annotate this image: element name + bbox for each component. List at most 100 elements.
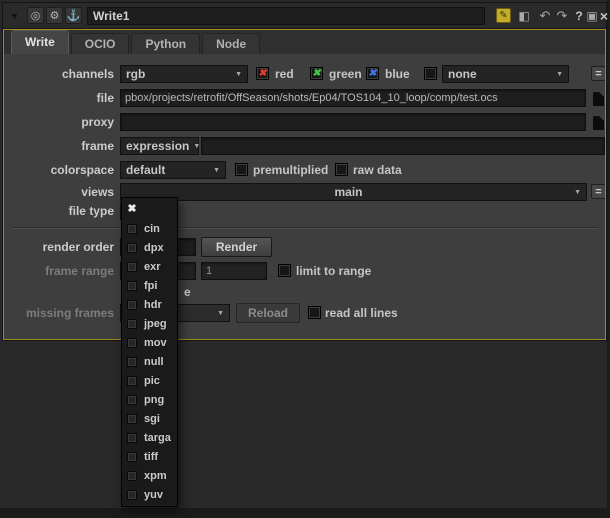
- menu-checkbox: [127, 451, 137, 462]
- panel-menu-icon[interactable]: ▼: [10, 11, 19, 21]
- menu-item-hdr[interactable]: hdr: [122, 295, 177, 314]
- menu-item-png[interactable]: png: [122, 390, 177, 409]
- colorspace-label: colorspace: [50, 163, 114, 177]
- menu-item-label: jpeg: [144, 317, 167, 330]
- mask-dropdown[interactable]: none ▼: [442, 65, 569, 83]
- gear-button[interactable]: ⚙: [46, 7, 63, 24]
- views-value: main: [334, 185, 363, 199]
- menu-checkbox: [127, 242, 137, 253]
- menu-checkbox: [127, 337, 137, 348]
- file-row: file: [4, 89, 605, 107]
- mask-value: none: [448, 67, 477, 81]
- center-node-icon: ◎: [30, 9, 41, 22]
- chevron-down-icon: ▼: [193, 142, 201, 150]
- menu-item-pic[interactable]: pic: [122, 371, 177, 390]
- gear-icon: ⚙: [49, 9, 60, 22]
- channels-label: channels: [61, 67, 114, 81]
- raw-data-checkbox[interactable]: [335, 163, 348, 176]
- menu-item-label: fpi: [144, 279, 158, 292]
- channels-row: channels rgb ▼ ✖ red ✖ green ✖ blue none…: [4, 65, 606, 83]
- file-type-row: file type ▼: [4, 202, 605, 220]
- premultiplied-label: premultiplied: [253, 163, 329, 177]
- views-label: views: [81, 185, 114, 199]
- menu-item-label: yuv: [144, 488, 163, 501]
- menu-item-tiff[interactable]: tiff: [122, 447, 177, 466]
- read-all-lines-label: read all lines: [325, 306, 398, 320]
- frame-mode-dropdown[interactable]: expression ▼: [120, 137, 201, 155]
- premultiplied-checkbox[interactable]: [235, 163, 248, 176]
- undo-icon[interactable]: ↶: [537, 8, 553, 24]
- menu-item-fpi[interactable]: fpi: [122, 276, 177, 295]
- colorspace-value: default: [126, 163, 166, 177]
- blue-channel-checkbox[interactable]: ✖: [366, 67, 379, 80]
- node-name-input[interactable]: [87, 7, 485, 25]
- read-all-lines-checkbox[interactable]: [308, 306, 321, 319]
- menu-checkbox: [127, 432, 137, 443]
- menu-item-label: hdr: [144, 298, 162, 311]
- write-tab-content: channels rgb ▼ ✖ red ✖ green ✖ blue none…: [4, 54, 606, 339]
- menu-item-null[interactable]: null: [122, 352, 177, 371]
- file-browser-icon: [592, 115, 604, 130]
- menu-checkbox: [127, 223, 137, 234]
- frame-range-last-input[interactable]: [201, 262, 267, 280]
- channels-equals-button[interactable]: =: [591, 66, 606, 81]
- selected-x-icon: ✖: [127, 203, 137, 215]
- menu-item-blank[interactable]: ✖: [122, 200, 177, 219]
- alpha-channel-checkbox[interactable]: [424, 67, 437, 80]
- menu-checkbox: [127, 356, 137, 367]
- render-order-label: render order: [42, 240, 114, 254]
- separator: [11, 227, 598, 229]
- tab-ocio[interactable]: OCIO: [70, 33, 130, 54]
- colorspace-dropdown[interactable]: default ▼: [120, 161, 226, 179]
- redo-icon[interactable]: ↷: [554, 8, 570, 24]
- menu-checkbox: [127, 280, 137, 291]
- menu-item-label: xpm: [144, 469, 167, 482]
- nuke-properties-window: ▼ ◎ ⚙ ⚓ ✎ ◧ ↶ ↷ ? ▣ × Write OCIO Python …: [0, 0, 610, 518]
- missing-frames-row: missing frames ▼ Reload read all lines: [4, 303, 605, 323]
- menu-checkbox: [127, 489, 137, 500]
- views-row: views main ▼ =: [4, 183, 606, 201]
- menu-item-label: tiff: [144, 450, 159, 463]
- close-icon[interactable]: ×: [596, 8, 610, 24]
- proxy-path-input[interactable]: [120, 113, 586, 131]
- tab-write[interactable]: Write: [11, 30, 69, 54]
- menu-item-label: targa: [144, 431, 171, 444]
- anchor-button[interactable]: ⚓: [65, 7, 82, 24]
- green-channel-checkbox[interactable]: ✖: [310, 67, 323, 80]
- frame-row: frame expression ▼: [4, 137, 605, 155]
- center-node-button[interactable]: ◎: [27, 7, 44, 24]
- menu-item-dpx[interactable]: dpx: [122, 238, 177, 257]
- menu-item-exr[interactable]: exr: [122, 257, 177, 276]
- file-path-input[interactable]: [120, 89, 586, 107]
- menu-item-yuv[interactable]: yuv: [122, 485, 177, 504]
- menu-item-jpeg[interactable]: jpeg: [122, 314, 177, 333]
- views-equals-button[interactable]: =: [591, 184, 606, 199]
- obscured-label-fragment: e: [184, 285, 191, 299]
- render-button[interactable]: Render: [201, 237, 272, 257]
- chevron-down-icon: ▼: [217, 309, 224, 317]
- limit-to-range-checkbox[interactable]: [278, 264, 291, 277]
- channels-dropdown[interactable]: rgb ▼: [120, 65, 248, 83]
- tab-node[interactable]: Node: [202, 33, 261, 54]
- views-dropdown[interactable]: main ▼: [120, 183, 587, 201]
- anchor-icon: ⚓: [66, 9, 81, 22]
- proxy-row: proxy: [4, 113, 605, 131]
- menu-item-label: mov: [144, 336, 167, 349]
- frame-expression-input[interactable]: [201, 137, 605, 155]
- proxy-label: proxy: [81, 115, 114, 129]
- reload-button[interactable]: Reload: [236, 303, 300, 323]
- menu-item-mov[interactable]: mov: [122, 333, 177, 352]
- menu-item-targa[interactable]: targa: [122, 428, 177, 447]
- tab-python[interactable]: Python: [131, 33, 201, 54]
- edit-icon[interactable]: ✎: [496, 8, 511, 23]
- write1-properties-panel: ▼ ◎ ⚙ ⚓ ✎ ◧ ↶ ↷ ? ▣ × Write OCIO Python …: [2, 2, 610, 341]
- file-browser-button[interactable]: [589, 90, 607, 107]
- tab-bar: Write OCIO Python Node: [4, 30, 605, 54]
- red-channel-checkbox[interactable]: ✖: [256, 67, 269, 80]
- split-view-icon[interactable]: ◧: [516, 8, 532, 24]
- menu-item-cin[interactable]: cin: [122, 219, 177, 238]
- menu-item-xpm[interactable]: xpm: [122, 466, 177, 485]
- proxy-browser-button[interactable]: [589, 114, 607, 131]
- menu-item-sgi[interactable]: sgi: [122, 409, 177, 428]
- menu-checkbox: [127, 318, 137, 329]
